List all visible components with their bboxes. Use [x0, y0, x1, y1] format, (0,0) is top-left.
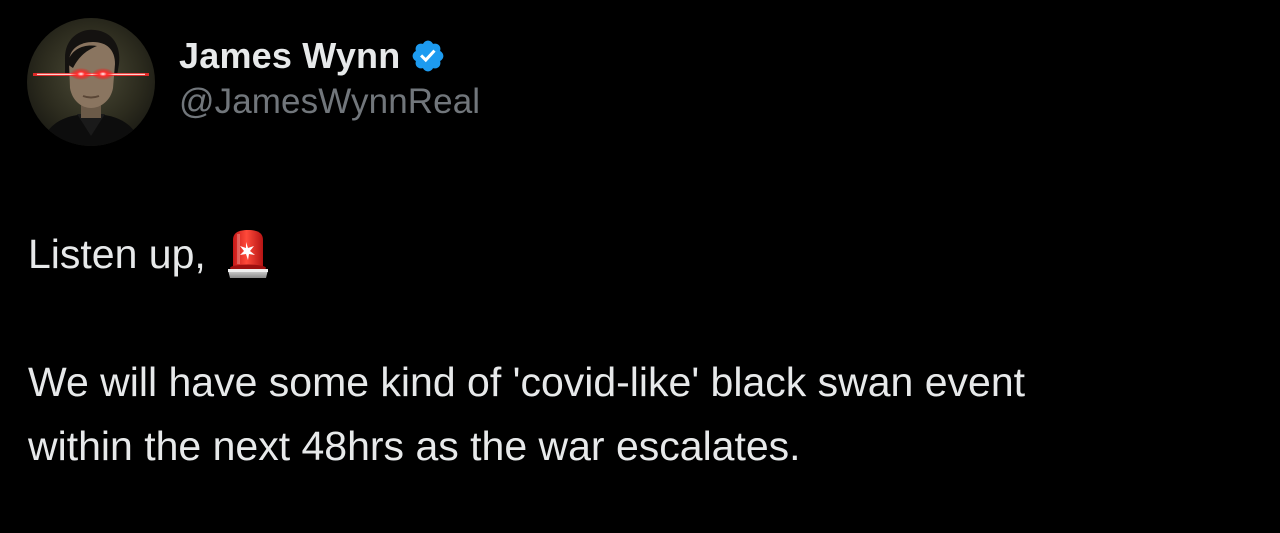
name-row: James Wynn — [179, 32, 480, 80]
author-identity: James Wynn @JamesWynnReal — [179, 32, 480, 122]
tweet-line-1: We will have some kind of 'covid-like' b… — [28, 350, 1258, 414]
tweet-paragraph-line-1: We will have some kind of 'covid-like' b… — [28, 359, 1026, 405]
avatar[interactable] — [27, 18, 155, 146]
tweet-line-opening: Listen up, — [28, 222, 1258, 286]
author-handle[interactable]: @JamesWynnReal — [179, 82, 480, 122]
tweet-card: James Wynn @JamesWynnReal Listen up, We … — [0, 0, 1280, 533]
tweet-text: Listen up, We will have some kind of 'co… — [28, 222, 1258, 478]
tweet-line-2: within the next 48hrs as the war escalat… — [28, 414, 1258, 478]
verified-badge-icon — [413, 40, 444, 72]
police-siren-icon — [227, 230, 268, 278]
tweet-paragraph-line-2: within the next 48hrs as the war escalat… — [28, 423, 801, 469]
tweet-opening-text: Listen up, — [28, 231, 206, 277]
author-display-name[interactable]: James Wynn — [179, 35, 400, 77]
tweet-header: James Wynn @JamesWynnReal — [27, 18, 480, 146]
